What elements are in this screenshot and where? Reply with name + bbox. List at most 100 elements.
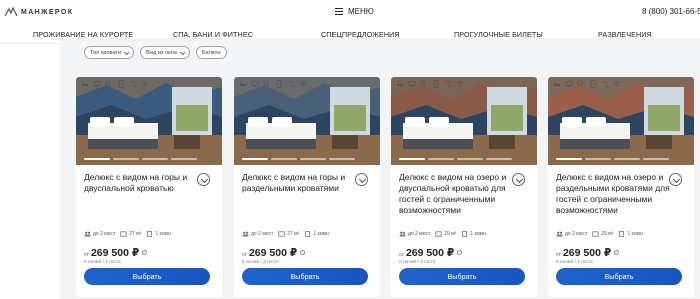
price-block: от 269 500 ₽ [556,247,620,259]
price-amount: 269 500 ₽ [562,247,612,259]
select-button[interactable]: Выбрать [242,268,368,285]
shower-icon [443,80,452,88]
rooms-fact: 1 комн. [461,231,487,237]
chevron-down-icon [179,48,186,55]
room-photo[interactable] [548,77,694,165]
filter-label: Тип кровати [90,49,122,56]
pager-dot[interactable] [171,158,197,160]
menu-label: МЕНЮ [348,7,374,16]
hairdryer-icon [104,80,113,88]
room-facts: до 2 мест 29 м² 1 комн. [399,231,487,237]
pager-dot[interactable] [329,158,355,160]
hairdryer-icon [576,80,585,88]
room-card: Делюкс с видом на озеро и раздельными кр… [548,77,694,297]
room-facts: до 2 мест 27 м² 1 комн. [242,231,330,237]
photo-pager [556,158,669,160]
room-title[interactable]: Делюкс с видом на озеро и двуспальной кр… [399,172,517,216]
guests-fact: до 2 мест [84,231,115,237]
info-icon[interactable] [457,250,463,255]
hamburger-icon [335,8,343,15]
room-title[interactable]: Делюкс с видом на горы и двуспальной кро… [84,172,202,194]
room-photo[interactable] [76,77,222,165]
fridge-icon [588,80,597,88]
expand-chevron-icon[interactable] [197,173,210,186]
pager-dot[interactable] [556,158,582,160]
room-facts: до 2 мест 29 м² 1 комн. [556,231,644,237]
rooms-fact: 1 комн. [618,231,644,237]
info-icon[interactable] [614,250,620,255]
menu-button[interactable]: МЕНЮ [335,7,374,16]
price-from: от [84,252,89,258]
nights-guests: 5 ночей / 2 гостя [556,260,593,265]
filters-bar: Тип кровати Вид из окна Балкон [84,46,227,59]
info-icon[interactable] [300,250,306,255]
filter-window-view[interactable]: Вид из окна [140,46,190,59]
price-from: от [399,252,404,258]
select-button[interactable]: Выбрать [84,268,210,285]
pager-dot[interactable] [486,158,512,160]
tv-icon [407,80,416,88]
select-button[interactable]: Выбрать [556,268,682,285]
bathtub-icon [552,80,561,88]
price-amount: 269 500 ₽ [405,247,455,259]
expand-chevron-icon[interactable] [355,173,368,186]
nights-guests: 5 ночей / 2 гостя [84,260,121,265]
room-title[interactable]: Делюкс с видом на горы и раздельными кро… [242,172,360,194]
door-icon [462,231,468,237]
pager-dot[interactable] [457,158,483,160]
logo-icon [4,6,18,17]
expand-chevron-icon[interactable] [669,173,682,186]
rooms-fact: 1 комн. [304,231,330,237]
pager-dot[interactable] [271,158,297,160]
photo-pager [399,158,512,160]
room-card: Делюкс с видом на горы и двуспальной кро… [76,77,222,297]
area-fact: 29 м² [435,231,456,237]
pager-dot[interactable] [300,158,326,160]
wifi-icon [140,80,149,88]
guests-icon [399,231,406,237]
area-fact: 27 м² [120,231,141,237]
bathtub-icon [80,80,89,88]
area-icon [278,231,285,237]
room-photo-image [548,77,694,165]
logo[interactable]: МАНЖЕРОК [4,5,73,19]
filter-balcony[interactable]: Балкон [195,46,227,59]
pager-dot[interactable] [428,158,454,160]
expand-chevron-icon[interactable] [512,173,525,186]
guests-text: до 2 мест [93,231,116,237]
amenity-icons [238,80,307,88]
room-title[interactable]: Делюкс с видом на озеро и раздельными кр… [556,172,674,216]
pager-dot[interactable] [643,158,669,160]
filter-bed-type[interactable]: Тип кровати [84,46,135,59]
pager-dot[interactable] [113,158,139,160]
pager-dot[interactable] [614,158,640,160]
phone-link[interactable]: 8 (800) 301-66-58 [642,7,700,16]
rooms-fact: 1 комн. [146,231,172,237]
tv-icon [250,80,259,88]
price-block: от 269 500 ₽ [242,247,306,259]
info-icon[interactable] [142,250,148,255]
pager-dot[interactable] [242,158,268,160]
nights-guests: 5 ночей / 2 гостя [242,260,279,265]
rooms-text: 1 комн. [470,231,488,237]
tv-icon [564,80,573,88]
room-photo[interactable] [234,77,380,165]
door-icon [147,231,153,237]
room-photo[interactable] [391,77,537,165]
price-amount: 269 500 ₽ [248,247,298,259]
pager-dot[interactable] [399,158,425,160]
logo-text: МАНЖЕРОК [21,8,74,16]
guests-fact: до 2 мест [556,231,587,237]
bathtub-icon [238,80,247,88]
shower-icon [600,80,609,88]
select-button[interactable]: Выбрать [399,268,525,285]
pager-dot[interactable] [84,158,110,160]
rooms-text: 1 комн. [627,231,645,237]
area-text: 27 м² [287,231,300,237]
rooms-text: 1 комн. [155,231,173,237]
guests-icon [242,231,249,237]
pager-dot[interactable] [142,158,168,160]
pager-dot[interactable] [585,158,611,160]
area-icon [592,231,599,237]
room-photo-image [391,77,537,165]
